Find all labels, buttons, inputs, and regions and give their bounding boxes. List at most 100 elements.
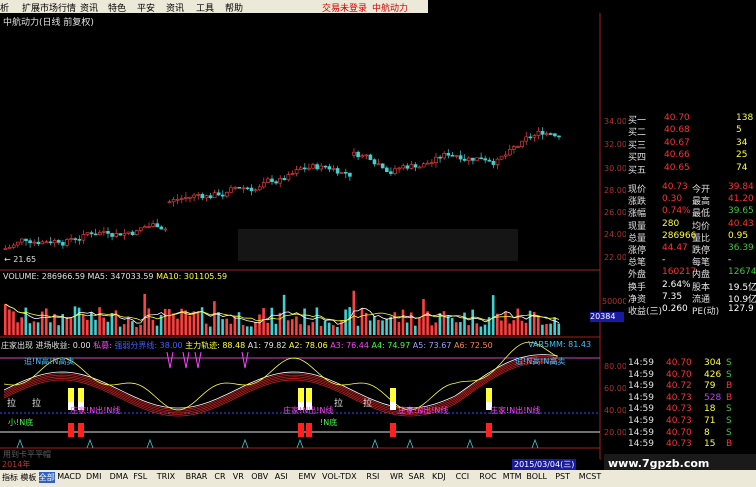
stat-value: 126749 [728, 267, 756, 278]
signal-bar [306, 388, 312, 402]
volume-bar [405, 322, 409, 335]
candle-body [28, 240, 32, 244]
indicator-tab[interactable]: RSI [366, 472, 379, 481]
volume-bar [36, 322, 40, 335]
candle-body [528, 136, 533, 139]
indicator-tab[interactable]: WR [390, 472, 403, 481]
candle-body [430, 162, 434, 164]
volume-bar [172, 313, 175, 335]
volume-bar [368, 320, 372, 335]
indicator-tab[interactable]: EMV [298, 472, 315, 481]
stat-value: 10.9亿 [728, 294, 756, 305]
indicator-tab[interactable]: 指标 [2, 472, 18, 483]
indicator-tab[interactable]: PST [555, 472, 570, 481]
indicator-tab[interactable]: TRIX [157, 472, 175, 481]
volume-bar [508, 323, 511, 335]
indicator-tab[interactable]: BOLL [526, 472, 547, 481]
tick-row: 14:59 40.73 528 B [626, 393, 756, 405]
indicator-axis-label: 80.00 [604, 362, 627, 371]
tick-volume: 304 [704, 358, 722, 368]
volume-bar [286, 320, 290, 335]
candle-body [225, 191, 229, 197]
indicator-tab[interactable]: ASI [275, 472, 288, 481]
volume-bar [537, 315, 540, 335]
candle-body [257, 186, 262, 191]
volume-bar [147, 308, 151, 335]
pull-label: 拉 [363, 399, 373, 409]
stat-label: 量比 [692, 233, 711, 244]
indicator-tab[interactable]: VR [233, 472, 244, 481]
candle-body [516, 146, 520, 148]
pull-label: 拉 [32, 399, 42, 409]
candle-body [274, 181, 278, 184]
indicator-tab[interactable]: DMA [110, 472, 129, 481]
stat-value: - [728, 255, 732, 266]
volume-bar [364, 312, 368, 335]
spike-mark [86, 438, 94, 449]
candle-body [167, 201, 172, 204]
volume-bar [176, 318, 179, 335]
volume-value-badge: 20384 [590, 312, 624, 322]
indicator-tab[interactable]: CCI [456, 472, 470, 481]
indicator-tab[interactable]: MTM [503, 472, 522, 481]
indicator-tab[interactable]: KDJ [432, 472, 446, 481]
tick-row: 14:59 40.70 8 S [626, 428, 756, 440]
tick-side: S [726, 358, 732, 368]
indicator-tab[interactable]: SAR [408, 472, 424, 481]
indicator-axis-label: 20.00 [604, 428, 627, 437]
candle-body [143, 226, 147, 229]
candle-body [184, 197, 188, 199]
volume-bar [360, 308, 364, 335]
stat-value: 40.73 [662, 182, 688, 192]
low-price-marker: ← 21.65 [4, 255, 37, 264]
candle-body [106, 231, 110, 234]
volume-bar [299, 324, 302, 335]
candle-body [196, 194, 200, 196]
bid-row[interactable]: 买三 40.67 34 [626, 138, 756, 151]
chase-top-label: 追!N高!N高卖 [24, 357, 75, 366]
indicator-tab[interactable]: CR [214, 472, 225, 481]
candle-body [81, 234, 86, 241]
tick-volume: 71 [704, 416, 716, 426]
stat-value: 0.74% [662, 206, 691, 217]
volume-bar [217, 312, 220, 335]
indicator-tab[interactable]: VOL-TDX [322, 472, 357, 481]
indicator-tab[interactable]: MACD [57, 472, 81, 481]
volume-bar [229, 323, 233, 335]
bid-label: 买四 [628, 153, 647, 164]
candle-body [89, 232, 94, 235]
volume-bar [524, 322, 528, 335]
stat-value: 280 [662, 218, 680, 229]
indicator-tab-bar: 指标 模板 全部 MACD DMI DMA FSL TRIX BRAR CR VR OBV ASI EMV… [0, 470, 756, 487]
indicator-tab[interactable]: MCST [579, 472, 601, 481]
indicator-tab[interactable]: ROC [479, 472, 496, 481]
volume-bar [127, 317, 130, 335]
candle-body [417, 166, 422, 169]
signal-bar [306, 423, 312, 437]
candle-body [339, 171, 344, 174]
date-bar: 2014年 2015/03/04(三) [0, 459, 600, 470]
indicator-tab[interactable]: 模板 [20, 472, 36, 483]
bid-row[interactable]: 买二 40.68 5 [626, 125, 756, 138]
volume-bar [528, 310, 532, 335]
bid-row[interactable]: 买一 40.70 138 [626, 113, 756, 126]
bid-row[interactable]: 买四 40.66 25 [626, 150, 756, 164]
volume-bar [270, 307, 274, 335]
indicator-tab[interactable]: OBV [251, 472, 268, 481]
tick-volume: 79 [704, 381, 716, 392]
spike-mark [16, 438, 24, 449]
candle-body [52, 240, 57, 244]
volume-bar [545, 324, 548, 335]
candle-body [36, 241, 41, 245]
signal-bar [390, 388, 396, 402]
indicator-tab[interactable]: BRAR [186, 472, 208, 481]
volume-bar [110, 313, 114, 335]
small-bottom-label: 小!N底 [8, 418, 34, 427]
indicator-tab[interactable]: 全部 [38, 472, 55, 483]
bid-row[interactable]: 买五 40.65 74 [626, 163, 756, 176]
indicator-tab[interactable]: FSL [133, 472, 147, 481]
tick-time: 14:59 [628, 439, 654, 450]
indicator-tab[interactable]: DMI [86, 472, 101, 481]
volume-bar [8, 309, 11, 335]
candle-body [180, 198, 184, 200]
